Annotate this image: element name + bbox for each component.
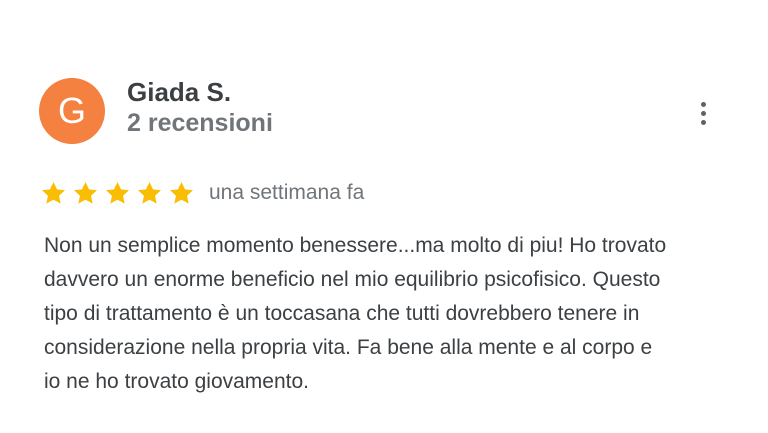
star-icon bbox=[74, 181, 97, 204]
star-rating bbox=[40, 180, 195, 207]
star-icon bbox=[106, 181, 129, 204]
review-text-line: considerazione nella propria vita. Fa be… bbox=[44, 336, 653, 359]
review-text: Non un semplice momento benessere...ma m… bbox=[44, 229, 744, 399]
more-vertical-icon bbox=[700, 101, 706, 107]
review-date: una settimana fa bbox=[209, 181, 365, 204]
more-vertical-icon-dot bbox=[700, 110, 706, 116]
review-count[interactable]: 2 recensioni bbox=[127, 108, 273, 138]
avatar[interactable]: G bbox=[39, 78, 105, 144]
more-options-button[interactable] bbox=[688, 96, 718, 130]
star-icon bbox=[42, 181, 65, 204]
review-text-line: Non un semplice momento benessere...ma m… bbox=[44, 234, 667, 257]
review-card: G Giada S. 2 recensioni una settimana fa… bbox=[0, 0, 768, 433]
review-text-line: davvero un enorme beneficio nel mio equi… bbox=[44, 268, 661, 291]
more-vertical-icon-dot bbox=[700, 119, 706, 125]
reviewer-name[interactable]: Giada S. bbox=[127, 77, 231, 107]
review-text-line: io ne ho trovato giovamento. bbox=[44, 370, 310, 393]
rating-row: una settimana fa bbox=[40, 177, 364, 209]
review-text-line: tipo di trattamento è un toccasana che t… bbox=[44, 302, 640, 325]
star-icon bbox=[138, 181, 161, 204]
avatar-letter: G bbox=[57, 90, 86, 131]
star-icon bbox=[170, 181, 193, 204]
